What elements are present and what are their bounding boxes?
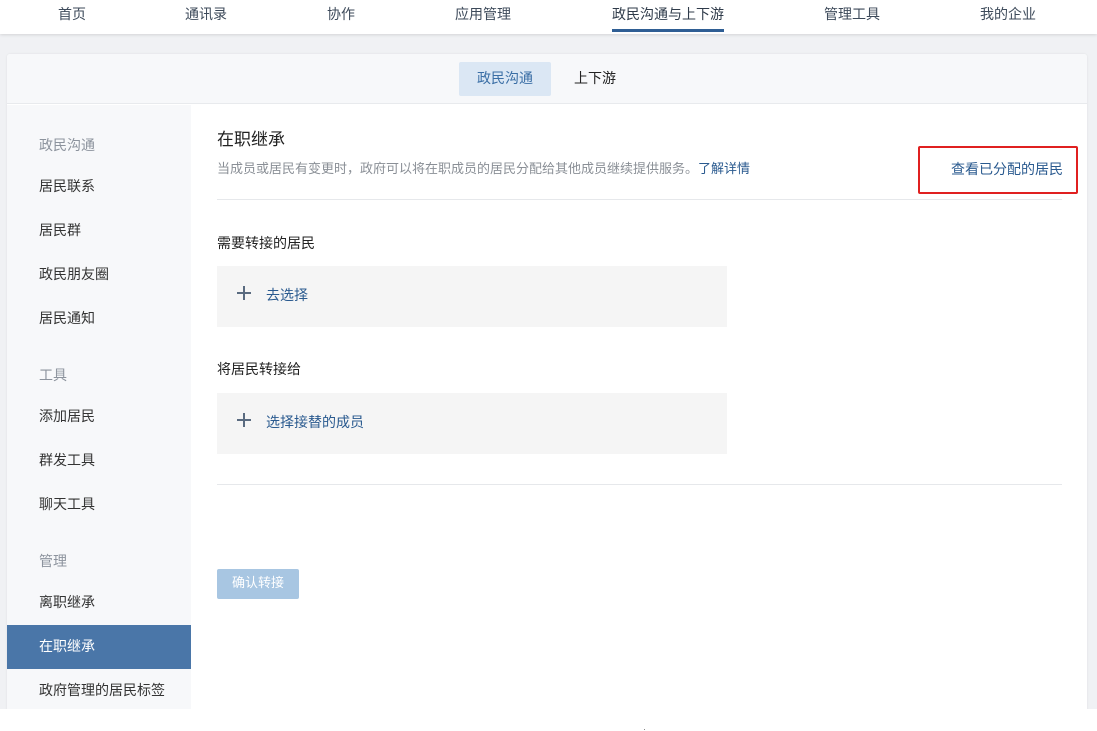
- sidebar-item-resigned-inheritance[interactable]: 离职继承: [7, 581, 191, 625]
- nav-collaboration[interactable]: 协作: [327, 0, 355, 34]
- form-divider: [217, 484, 1062, 485]
- nav-gov-communication[interactable]: 政民沟通与上下游: [612, 0, 724, 34]
- nav-home[interactable]: 首页: [58, 0, 86, 34]
- page-description: 当成员或居民有变更时，政府可以将在职成员的居民分配给其他成员继续提供服务。了解详…: [217, 158, 750, 177]
- nav-my-enterprise[interactable]: 我的企业: [980, 0, 1036, 34]
- nav-management-tools[interactable]: 管理工具: [824, 0, 880, 34]
- tab-upstream-downstream[interactable]: 上下游: [556, 62, 634, 96]
- confirm-transfer-button[interactable]: 确认转接: [217, 569, 299, 599]
- sidebar-group-gov-communication: 政民沟通: [39, 138, 95, 154]
- plus-icon: [237, 413, 251, 427]
- page-title: 在职继承: [217, 130, 285, 150]
- sidebar-item-add-resident[interactable]: 添加居民: [7, 395, 191, 439]
- sidebar-item-moments[interactable]: 政民朋友圈: [7, 253, 191, 297]
- main-card: 政民沟通 上下游 政民沟通 居民联系 居民群 政民朋友圈 居民通知 工具 添加居…: [7, 54, 1087, 714]
- sidebar-item-mass-send[interactable]: 群发工具: [7, 439, 191, 483]
- description-text: 当成员或居民有变更时，政府可以将在职成员的居民分配给其他成员继续提供服务。: [217, 162, 699, 177]
- residents-to-transfer-label: 需要转接的居民: [217, 236, 315, 252]
- sidebar-group-tools: 工具: [39, 368, 67, 384]
- main-content: 在职继承 当成员或居民有变更时，政府可以将在职成员的居民分配给其他成员继续提供服…: [191, 105, 1087, 714]
- sidebar-item-resident-groups[interactable]: 居民群: [7, 209, 191, 253]
- view-assigned-residents-link[interactable]: 查看已分配的居民: [918, 146, 1078, 194]
- sidebar: 政民沟通 居民联系 居民群 政民朋友圈 居民通知 工具 添加居民 群发工具 聊天…: [7, 105, 191, 714]
- select-residents-label: 去选择: [266, 288, 308, 304]
- plus-icon: [237, 286, 251, 300]
- sidebar-item-onjob-inheritance[interactable]: 在职继承: [7, 625, 191, 669]
- sub-tabs-bar: 政民沟通 上下游: [7, 54, 1087, 104]
- page-background: 政民沟通 上下游 政民沟通 居民联系 居民群 政民朋友圈 居民通知 工具 添加居…: [0, 34, 1097, 714]
- nav-gov-communication-label: 政民沟通与上下游: [612, 7, 724, 23]
- bottom-strip: [0, 709, 1097, 731]
- nav-active-underline: [612, 29, 724, 32]
- transfer-target-label: 将居民转接给: [217, 362, 301, 378]
- tab-gov-communication[interactable]: 政民沟通: [459, 62, 551, 96]
- sidebar-group-management: 管理: [39, 554, 67, 570]
- top-navigation: 首页 通讯录 协作 应用管理 政民沟通与上下游 管理工具 我的企业: [0, 0, 1097, 34]
- select-member-button[interactable]: 选择接替的成员: [217, 393, 727, 454]
- nav-app-management[interactable]: 应用管理: [455, 0, 511, 34]
- sidebar-item-resident-contacts[interactable]: 居民联系: [7, 165, 191, 209]
- sidebar-item-resident-tags[interactable]: 政府管理的居民标签: [7, 669, 191, 713]
- sidebar-item-resident-notices[interactable]: 居民通知: [7, 297, 191, 341]
- stray-dot: [644, 729, 645, 730]
- learn-more-link[interactable]: 了解详情: [698, 162, 750, 177]
- select-member-label: 选择接替的成员: [266, 415, 364, 431]
- sidebar-item-chat-tools[interactable]: 聊天工具: [7, 483, 191, 527]
- header-divider: [217, 199, 1062, 200]
- select-residents-button[interactable]: 去选择: [217, 266, 727, 327]
- nav-contacts[interactable]: 通讯录: [185, 0, 227, 34]
